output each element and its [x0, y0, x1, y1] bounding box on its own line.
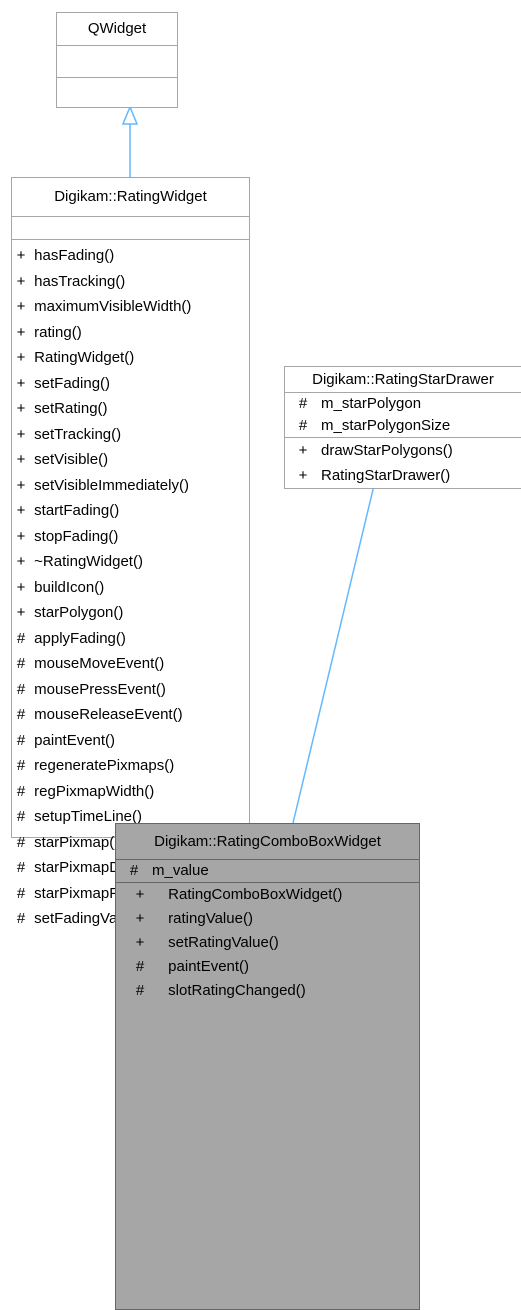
member-row: + starPolygon() [16, 604, 124, 621]
member-row: + drawStarPolygons() [298, 442, 453, 459]
attribute-row: # m_value [129, 862, 209, 879]
class-rating-star-drawer-attributes: # m_starPolygon # m_starPolygonSize [285, 392, 521, 437]
member-row: # regeneratePixmaps() [16, 757, 175, 774]
class-rating-widget-title: Digikam::RatingWidget [54, 188, 207, 205]
member-row: + ~RatingWidget() [16, 553, 143, 570]
member-row: + RatingWidget() [16, 349, 135, 366]
member-row: + setRatingValue() [135, 934, 279, 951]
member-row: + startFading() [16, 502, 120, 519]
class-rating-widget-attributes [12, 216, 249, 239]
member-row: + buildIcon() [16, 578, 105, 596]
member-row: + setVisible() [16, 451, 109, 468]
edge-combo-to-stardrawer [292, 451, 383, 824]
member-row: + maximumVisibleWidth() [16, 298, 192, 315]
class-qwidget-attributes [57, 45, 177, 77]
member-row: # mouseReleaseEvent() [16, 706, 183, 723]
class-rating-combo-box-widget[interactable]: Digikam::RatingComboBoxWidget # m_value +… [115, 823, 420, 1310]
member-row: + stopFading() [16, 527, 119, 545]
member-row: # slotRatingChanged() [135, 982, 306, 999]
member-row: # regPixmapWidth() [16, 782, 155, 800]
member-row: # applyFading() [16, 629, 126, 647]
member-row: + setVisibleImmediately() [16, 476, 189, 494]
member-row: # mouseMoveEvent() [16, 655, 165, 672]
class-qwidget-methods [57, 77, 177, 109]
class-rating-star-drawer[interactable]: Digikam::RatingStarDrawer # m_starPolygon… [284, 366, 521, 489]
member-row: + setFading() [16, 374, 111, 392]
class-qwidget[interactable]: QWidget [56, 12, 178, 108]
attribute-row: # m_starPolygon [298, 395, 422, 412]
class-rating-widget[interactable]: Digikam::RatingWidget + hasFading() + ha… [11, 177, 250, 927]
member-row: + RatingComboBoxWidget() [135, 886, 343, 903]
class-rating-combo-box-widget-methods: + RatingComboBoxWidget() + ratingValue()… [116, 882, 419, 1003]
member-row: # mousePressEvent() [16, 680, 166, 698]
class-rating-combo-box-widget-title: Digikam::RatingComboBoxWidget [154, 833, 381, 850]
member-row: + hasFading() [16, 247, 115, 264]
edge-arrowhead-qwidget [121, 105, 139, 125]
attribute-row: # m_starPolygonSize [298, 417, 451, 434]
class-qwidget-title: QWidget [87, 20, 147, 37]
member-row: + setTracking() [16, 425, 122, 443]
member-row: + RatingStarDrawer() [298, 467, 451, 484]
member-row: + setRating() [16, 400, 108, 417]
member-row: + hasTracking() [16, 272, 126, 290]
member-row: # paintEvent() [16, 731, 116, 749]
member-row: # paintEvent() [135, 958, 250, 975]
member-row: + rating() [16, 323, 82, 341]
class-rating-combo-box-widget-attributes: # m_value [116, 859, 419, 882]
class-rating-star-drawer-title: Digikam::RatingStarDrawer [312, 371, 494, 388]
member-row: + ratingValue() [135, 910, 253, 927]
class-rating-star-drawer-methods: + drawStarPolygons() + RatingStarDrawer() [285, 437, 521, 488]
